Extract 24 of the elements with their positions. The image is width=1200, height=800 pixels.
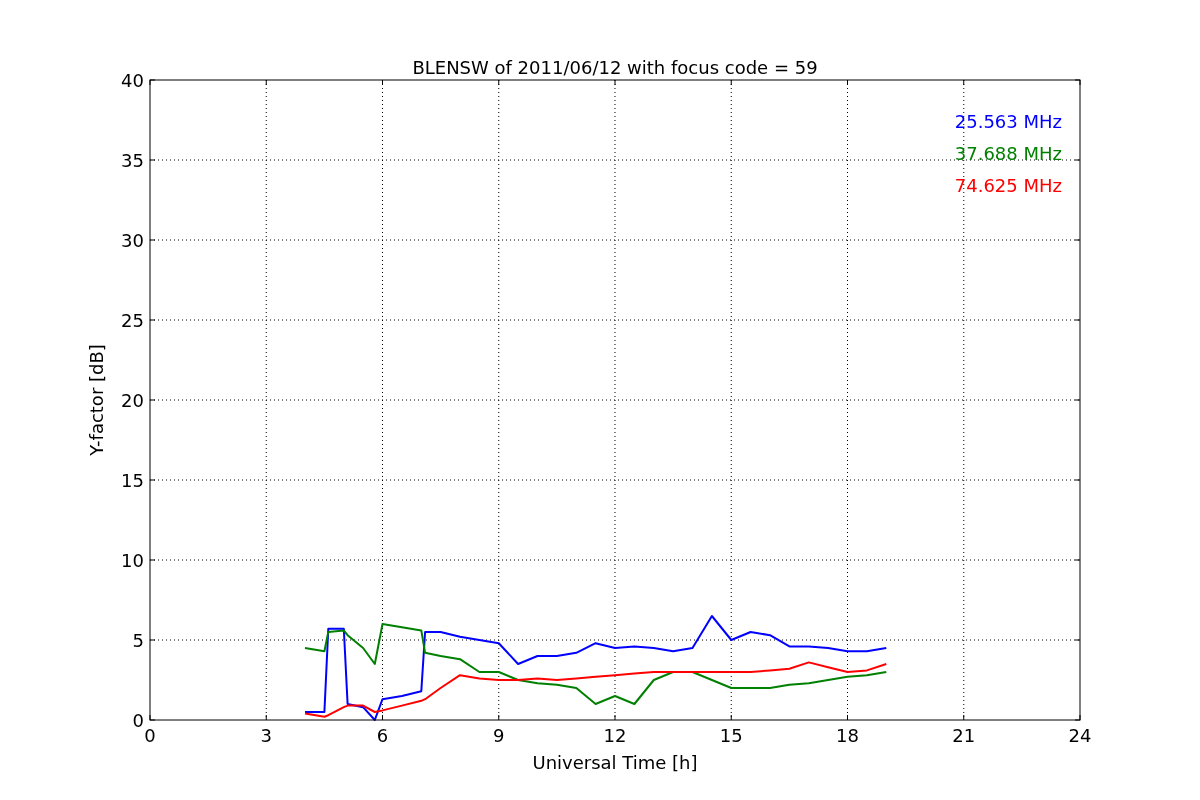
tick-label: 25 <box>121 310 144 331</box>
tick-label: 6 <box>376 725 389 746</box>
tick-label: 15 <box>719 725 743 746</box>
axis-label: Universal Time [h] <box>532 752 698 773</box>
tick-label: 3 <box>260 725 272 746</box>
tick-label: 0 <box>144 725 156 746</box>
tick-label: 30 <box>121 230 144 251</box>
axis-label: Y-factor [dB] <box>86 344 107 456</box>
tick-label: 15 <box>121 470 144 491</box>
tick-label: 10 <box>121 550 144 571</box>
tick-label: 21 <box>952 725 976 746</box>
tick-label: 18 <box>836 725 859 746</box>
tick-label: 0 <box>132 710 144 731</box>
tick-label: 35 <box>121 150 144 171</box>
tick-label: 20 <box>121 390 144 411</box>
tick-label: 24 <box>1068 725 1092 746</box>
legend-label: 74.625 MHz <box>954 175 1062 196</box>
tick-label: 12 <box>603 725 627 746</box>
tick-label: 5 <box>132 630 144 651</box>
legend-label: 37.688 MHz <box>954 143 1062 164</box>
tick-label: 9 <box>493 725 505 746</box>
chart-title: BLENSW of 2011/06/12 with focus code = 59 <box>412 57 818 78</box>
tick-label: 40 <box>121 70 144 91</box>
legend-label: 25.563 MHz <box>954 111 1062 132</box>
